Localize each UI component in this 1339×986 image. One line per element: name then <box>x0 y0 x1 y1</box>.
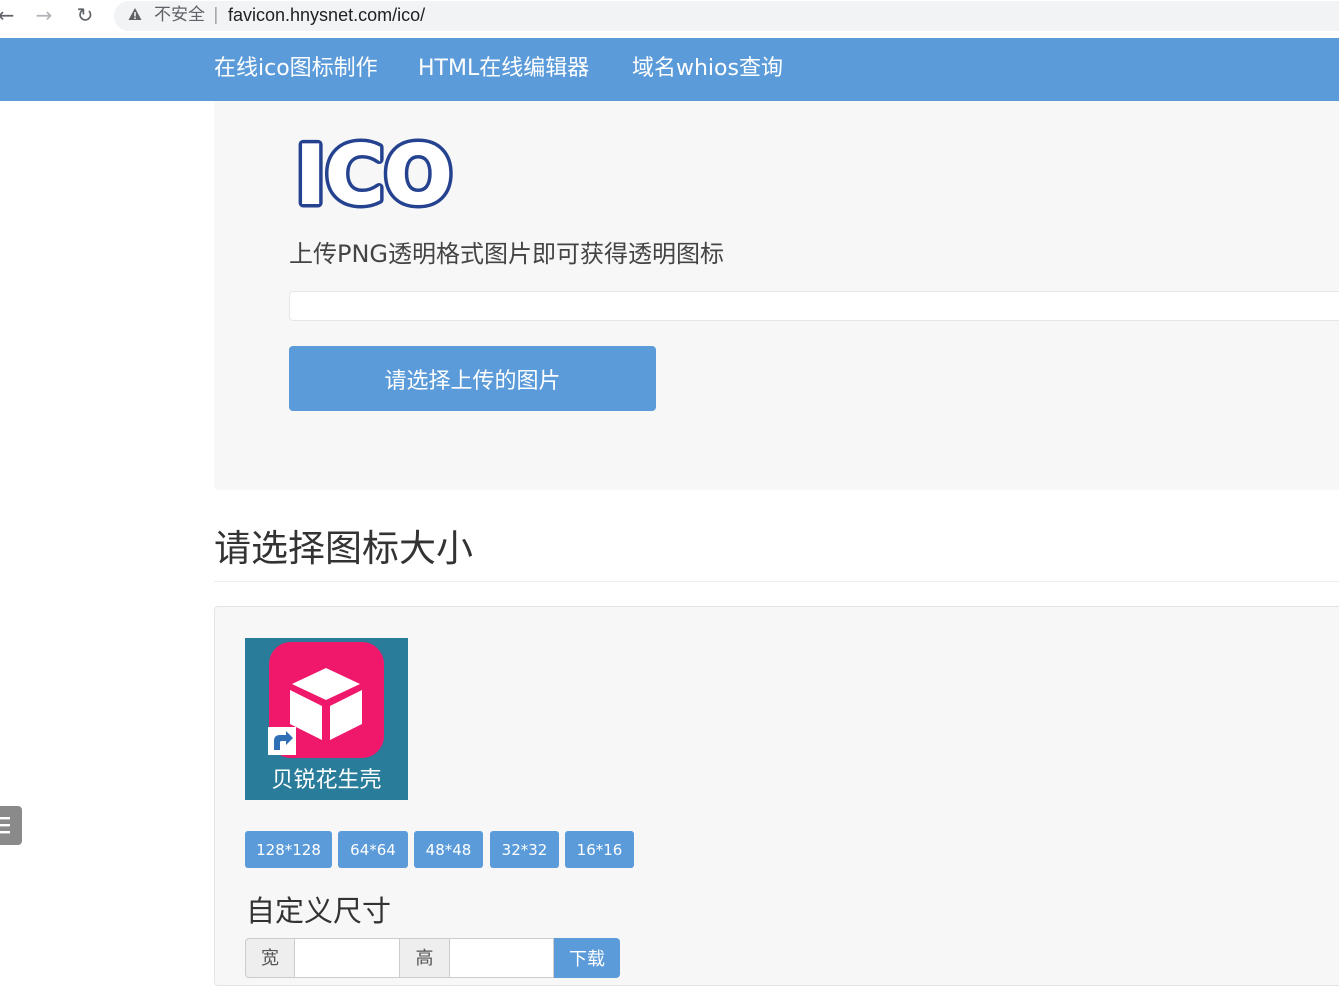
url-text[interactable]: favicon.hnysnet.com/ico/ <box>228 4 425 26</box>
height-label: 高 <box>399 938 450 978</box>
forward-arrow-icon[interactable]: → <box>32 4 56 28</box>
uploaded-image-preview: 贝锐花生壳 <box>245 638 408 800</box>
size-button-32[interactable]: 32*32 <box>490 831 559 868</box>
choose-image-button[interactable]: 请选择上传的图片 <box>289 346 656 411</box>
height-input[interactable] <box>449 938 554 978</box>
upload-tip: 上传PNG透明格式图片即可获得透明图标 <box>289 240 725 268</box>
size-button-48[interactable]: 48*48 <box>414 831 483 868</box>
side-menu-toggle[interactable] <box>0 806 22 845</box>
width-input[interactable] <box>294 938 400 978</box>
browser-toolbar: ← → ↻ 不安全 | favicon.hnysnet.com/ico/ <box>0 0 1339 37</box>
ico-logo: ICO ICO <box>291 131 456 219</box>
reload-icon[interactable]: ↻ <box>73 4 97 28</box>
preview-caption: 贝锐花生壳 <box>271 768 382 793</box>
custom-size-title: 自定义尺寸 <box>246 894 392 928</box>
nav-link-whois-lookup[interactable]: 域名whios查询 <box>632 53 783 85</box>
address-separator: | <box>213 5 219 25</box>
site-navbar: 在线ico图标制作 HTML在线编辑器 域名whios查询 <box>0 38 1339 101</box>
width-label: 宽 <box>245 938 295 978</box>
size-section-title: 请选择图标大小 <box>214 527 473 570</box>
security-label[interactable]: 不安全 <box>154 4 205 26</box>
nav-link-ico-maker[interactable]: 在线ico图标制作 <box>214 53 378 85</box>
menu-icon <box>0 817 10 834</box>
warning-icon[interactable] <box>128 7 142 21</box>
section-divider <box>214 581 1339 582</box>
download-button[interactable]: 下载 <box>554 938 620 978</box>
size-button-16[interactable]: 16*16 <box>565 831 634 868</box>
back-arrow-icon[interactable]: ← <box>0 4 18 28</box>
size-button-64[interactable]: 64*64 <box>338 831 408 868</box>
ico-logo-text-fill: ICO <box>296 131 452 219</box>
size-button-128[interactable]: 128*128 <box>245 831 332 868</box>
upload-progress-bar <box>289 291 1339 321</box>
nav-link-html-editor[interactable]: HTML在线编辑器 <box>418 53 589 85</box>
